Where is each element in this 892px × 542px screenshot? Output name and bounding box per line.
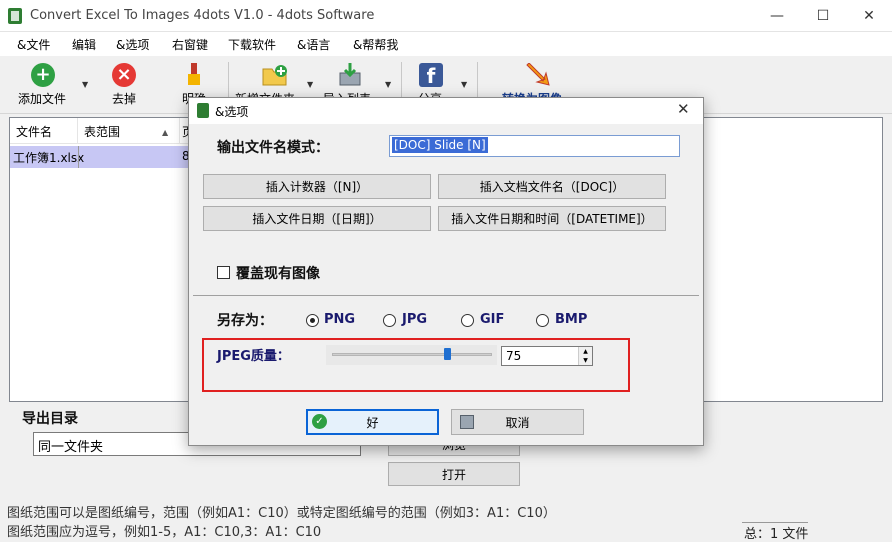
dialog-app-icon [197,103,209,118]
new-folder-dropdown-arrow[interactable]: ▼ [307,80,313,89]
overwrite-checkbox[interactable] [217,266,230,279]
remove-icon: × [112,63,136,87]
import-list-icon [339,63,361,86]
cancel-button[interactable]: 取消 [451,409,584,435]
radio-png[interactable] [306,314,319,327]
radio-bmp-label[interactable]: BMP [555,312,587,327]
menu-download[interactable]: 下载软件 [228,36,276,53]
filename-pattern-input[interactable]: [DOC] Slide [N] [389,135,680,157]
import-list-dropdown-arrow[interactable]: ▼ [385,80,391,89]
minimize-button[interactable]: — [754,0,800,32]
radio-gif-label[interactable]: GIF [480,312,504,327]
import-list-button[interactable] [338,63,362,90]
filename-pattern-value: [DOC] Slide [N] [392,137,488,153]
dialog-close-button[interactable]: ✕ [677,100,690,118]
remove-label: 去掉 [112,92,137,106]
quality-slider-track [332,353,492,356]
dialog-title: &选项 [215,105,249,119]
radio-bmp[interactable] [536,314,549,327]
check-icon: ✓ [312,414,327,429]
radio-png-label[interactable]: PNG [324,312,355,327]
cancel-label: 取消 [505,415,530,430]
menu-options[interactable]: &选项 [116,36,149,53]
menu-help[interactable]: &帮帮我 [353,36,398,53]
spin-down-button[interactable]: ▼ [578,356,592,365]
dialog-divider [193,295,699,296]
window-title: Convert Excel To Images 4dots V1.0 - 4do… [30,8,375,23]
plus-icon: + [31,63,55,87]
overwrite-label[interactable]: 覆盖现有图像 [236,263,320,283]
new-folder-button[interactable] [262,64,288,89]
save-as-label: 另存为： [217,313,273,329]
convert-button[interactable] [525,62,551,90]
excel-app-icon [8,8,22,24]
convert-arrow-icon [526,62,550,86]
add-file-button[interactable]: + [31,63,55,87]
hint-text-1: 图纸范围可以是图纸编号，范围（例如A1：C10）或特定图纸编号的范围（例如3：A… [7,506,556,521]
filename-pattern-label: 输出文件名模式： [217,140,329,156]
spin-up-button[interactable]: ▲ [578,347,592,356]
cell-filename: 工作簿1.xlsx [13,151,85,165]
cell-divider [78,146,79,168]
insert-doc-filename-button[interactable]: 插入文档文件名（[DOC]） [438,174,666,199]
menu-language[interactable]: &语言 [297,36,330,53]
clear-button[interactable] [186,63,202,87]
maximize-button[interactable]: ☐ [800,0,846,32]
share-dropdown-arrow[interactable]: ▼ [461,80,467,89]
facebook-icon[interactable]: f [419,63,443,88]
ok-button[interactable]: ✓ 好 [306,409,439,435]
close-button[interactable]: ✕ [846,0,892,32]
menu-file[interactable]: &文件 [17,36,50,53]
status-file-count: 总：1 文件 [742,522,809,542]
ok-label: 好 [366,415,379,430]
quality-slider-thumb[interactable] [444,348,451,360]
add-folder-icon [262,65,287,86]
insert-file-date-button[interactable]: 插入文件日期（[日期]） [203,206,431,231]
insert-counter-button[interactable]: 插入计数器（[N]） [203,174,431,199]
broom-icon [188,63,200,85]
sort-arrow-icon: ▲ [162,128,169,137]
hint-text-2: 图纸范围应为逗号，例如1-5，A1：C10,3：A1：C10 [7,525,322,540]
column-header-filename[interactable]: 文件名 [10,118,78,144]
add-file-label: 添加文件 [18,92,67,106]
add-file-dropdown-arrow[interactable]: ▼ [82,80,88,89]
radio-jpg-label[interactable]: JPG [402,312,427,327]
exit-door-icon [460,415,474,429]
jpeg-quality-label: JPEG质量： [217,349,290,364]
menu-right-click[interactable]: 右窗键 [172,36,208,53]
export-directory-title: 导出目录 [22,411,78,427]
options-dialog: &选项 ✕ 输出文件名模式： [DOC] Slide [N] 插入计数器（[N]… [188,97,704,446]
open-button[interactable]: 打开 [388,462,520,486]
column-header-range-label: 表范围 [84,125,121,139]
insert-file-datetime-button[interactable]: 插入文件日期和时间（[DATETIME]） [438,206,666,231]
remove-button[interactable]: × [112,63,136,87]
menu-edit[interactable]: 编辑 [72,36,96,53]
radio-gif[interactable] [461,314,474,327]
dialog-title-bar [189,98,703,124]
radio-jpg[interactable] [383,314,396,327]
